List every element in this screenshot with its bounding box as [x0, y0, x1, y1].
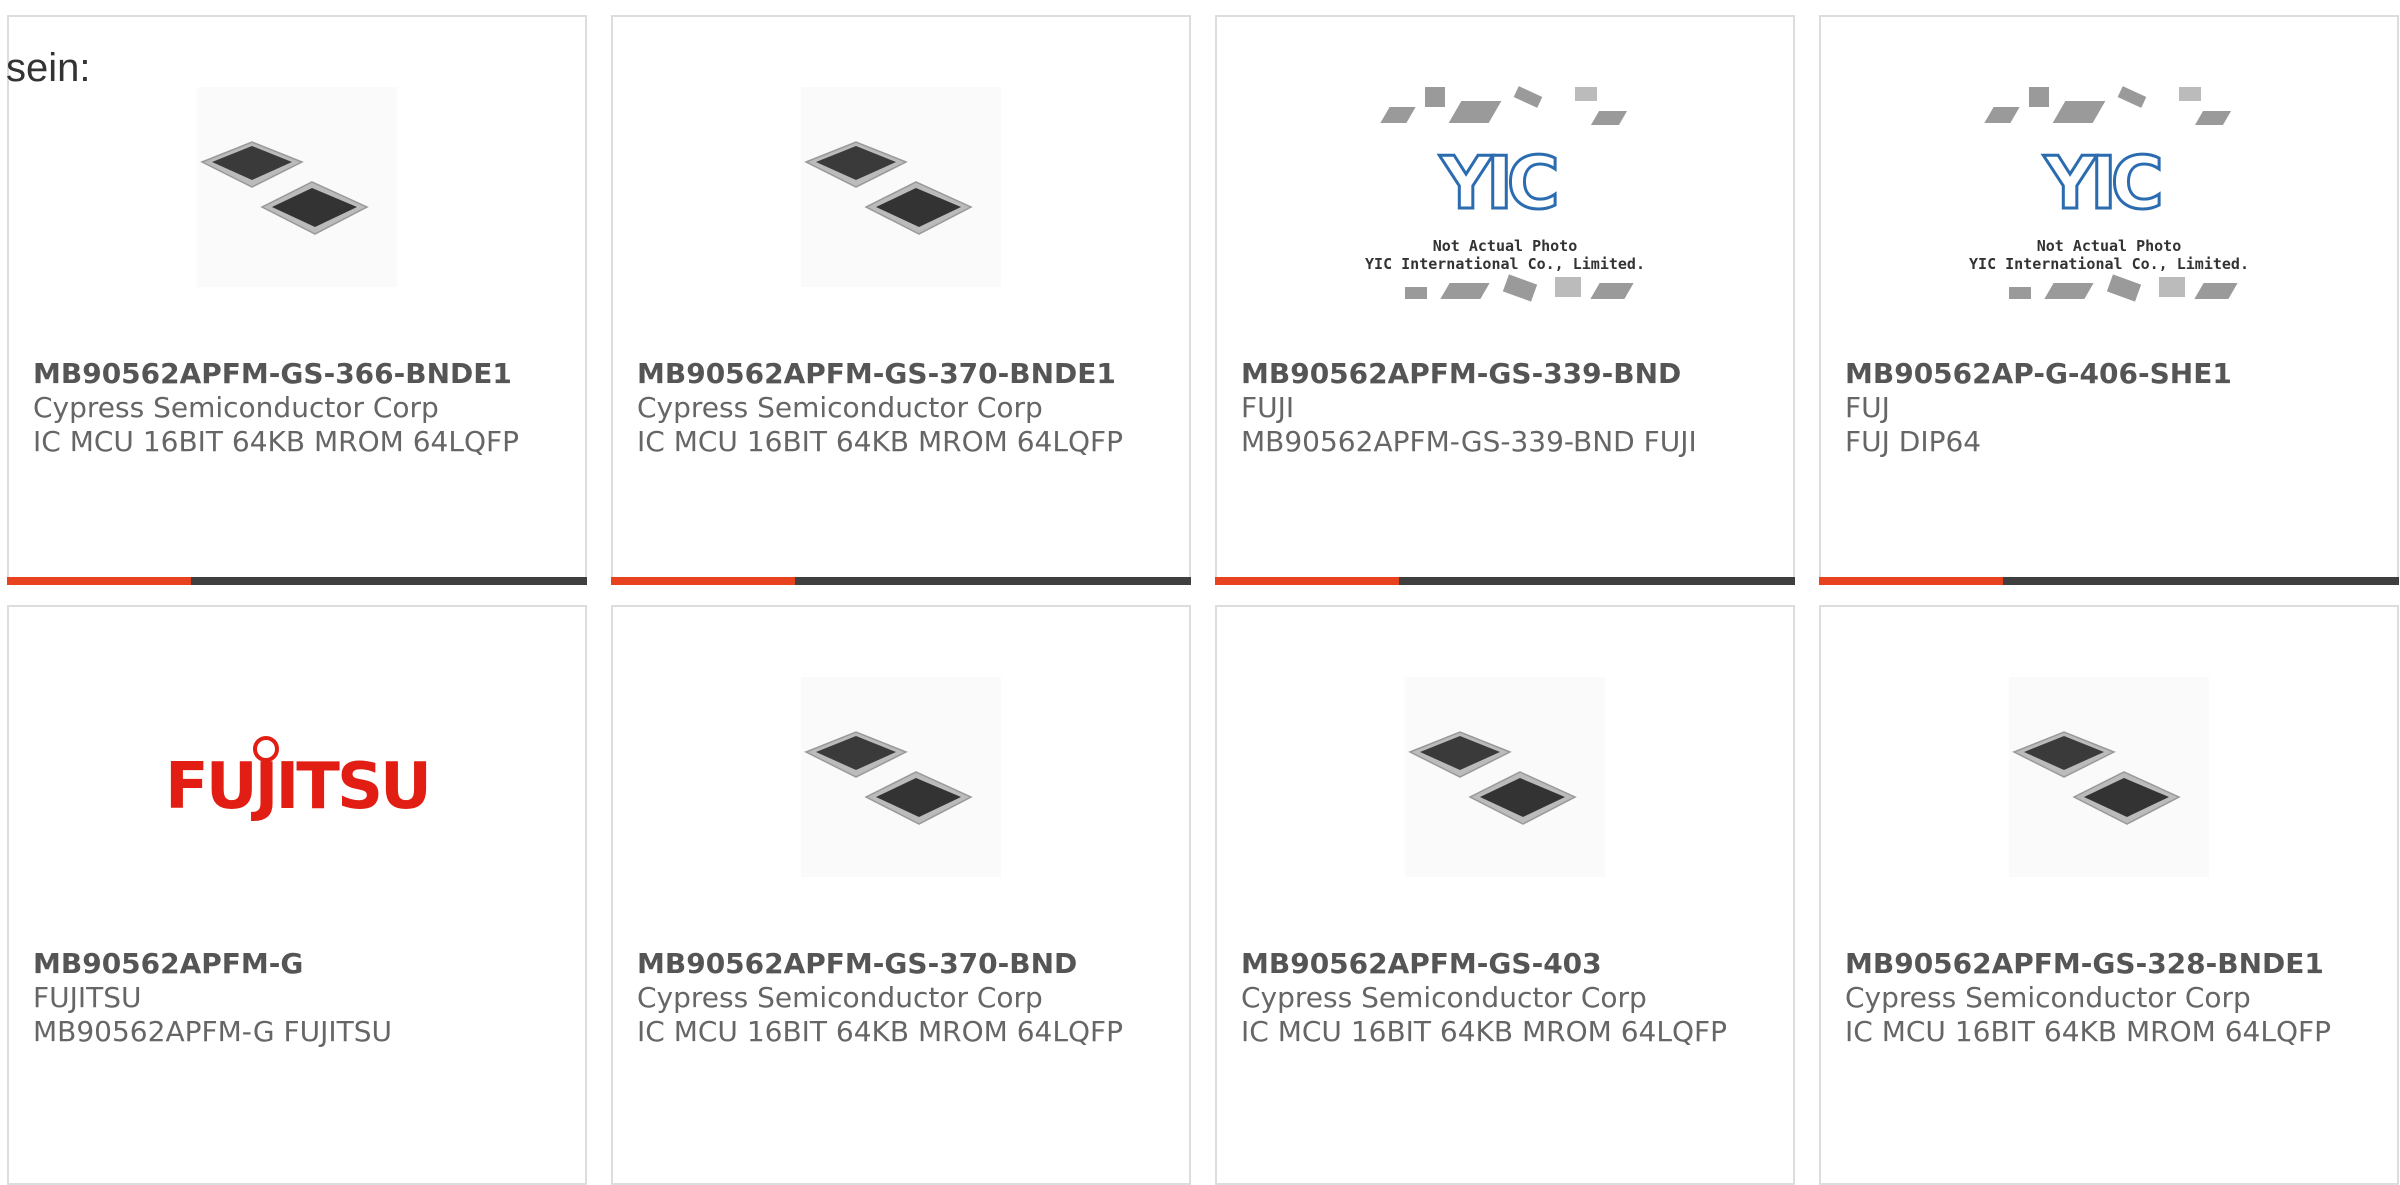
product-desc: FUJ DIP64: [1845, 425, 1982, 458]
product-maker: Cypress Semiconductor Corp: [1845, 981, 2251, 1014]
product-maker: Cypress Semiconductor Corp: [1241, 981, 1647, 1014]
card-bar-accent: [7, 577, 191, 585]
product-name[interactable]: MB90562APFM-GS-403: [1241, 947, 1773, 981]
chip-icon: [804, 141, 973, 235]
product-card[interactable]: MB90562APFM-GS-366-BNDE1 Cypress Semicon…: [7, 15, 587, 585]
card-bar-accent: [1215, 577, 1399, 585]
chip-icon: [1408, 731, 1577, 825]
product-desc: IC MCU 16BIT 64KB MROM 64LQFP: [33, 425, 519, 458]
intro-text: sein:: [6, 46, 91, 90]
placeholder-line2: YIC International Co., Limited.: [1365, 255, 1645, 273]
product-name[interactable]: MB90562APFM-GS-370-BNDE1: [637, 357, 1169, 391]
chip-icon: [200, 141, 369, 235]
placeholder-line1: Not Actual Photo: [1432, 237, 1578, 255]
card-bar: [1819, 577, 2399, 585]
card-bar-accent: [1819, 577, 2003, 585]
product-desc: IC MCU 16BIT 64KB MROM 64LQFP: [1845, 1015, 2331, 1048]
chip-icon: [804, 731, 973, 825]
chip-icon: [2012, 731, 2181, 825]
product-image[interactable]: [801, 677, 1001, 877]
product-desc: IC MCU 16BIT 64KB MROM 64LQFP: [637, 1015, 1123, 1048]
product-name[interactable]: MB90562APFM-GS-366-BNDE1: [33, 357, 565, 391]
fujitsu-logo-ring: [252, 736, 279, 762]
yic-logo: YIC: [1439, 140, 1562, 227]
product-card[interactable]: MB90562APFM-GS-403 Cypress Semiconductor…: [1215, 605, 1795, 1185]
product-card[interactable]: YIC Not Actual Photo YIC International C…: [1819, 15, 2399, 585]
product-desc: MB90562APFM-GS-339-BND FUJI: [1241, 425, 1697, 458]
product-name[interactable]: MB90562APFM-G: [33, 947, 565, 981]
placeholder-line1: Not Actual Photo: [2036, 237, 2182, 255]
yic-placeholder-image: YIC Not Actual Photo YIC International C…: [1355, 77, 1655, 317]
product-image[interactable]: [197, 87, 397, 287]
product-image[interactable]: [2009, 677, 2209, 877]
product-name[interactable]: MB90562APFM-GS-370-BND: [637, 947, 1169, 981]
product-card[interactable]: MB90562APFM-GS-328-BNDE1 Cypress Semicon…: [1819, 605, 2399, 1185]
yic-logo: YIC: [2043, 140, 2166, 227]
product-image[interactable]: [1405, 677, 1605, 877]
card-bar: [611, 577, 1191, 585]
card-bar-accent: [611, 577, 795, 585]
product-card[interactable]: FUJITSU MB90562APFM-G FUJITSU MB90562APF…: [7, 605, 587, 1185]
product-image[interactable]: FUJITSU: [147, 667, 447, 907]
product-maker: FUJI: [1241, 391, 1295, 424]
product-image[interactable]: YIC Not Actual Photo YIC International C…: [1959, 77, 2259, 317]
product-desc: IC MCU 16BIT 64KB MROM 64LQFP: [1241, 1015, 1727, 1048]
product-maker: FUJ: [1845, 391, 1890, 424]
product-maker: Cypress Semiconductor Corp: [637, 981, 1043, 1014]
product-maker: FUJITSU: [33, 981, 142, 1014]
fujitsu-logo-text: FUJITSU: [164, 750, 432, 824]
product-name[interactable]: MB90562APFM-GS-328-BNDE1: [1845, 947, 2377, 981]
product-card[interactable]: YIC Not Actual Photo YIC International C…: [1215, 15, 1795, 585]
product-image[interactable]: [801, 87, 1001, 287]
card-bar: [7, 577, 587, 585]
product-name[interactable]: MB90562APFM-GS-339-BND: [1241, 357, 1773, 391]
product-desc: IC MCU 16BIT 64KB MROM 64LQFP: [637, 425, 1123, 458]
product-card[interactable]: MB90562APFM-GS-370-BND Cypress Semicondu…: [611, 605, 1191, 1185]
product-name[interactable]: MB90562AP-G-406-SHE1: [1845, 357, 2377, 391]
product-maker: Cypress Semiconductor Corp: [637, 391, 1043, 424]
fujitsu-logo: FUJITSU: [164, 736, 432, 824]
product-desc: MB90562APFM-G FUJITSU: [33, 1015, 392, 1048]
placeholder-line2: YIC International Co., Limited.: [1969, 255, 2249, 273]
product-image[interactable]: YIC Not Actual Photo YIC International C…: [1355, 77, 1655, 317]
product-maker: Cypress Semiconductor Corp: [33, 391, 439, 424]
yic-placeholder-image: YIC Not Actual Photo YIC International C…: [1959, 77, 2259, 317]
product-card[interactable]: MB90562APFM-GS-370-BNDE1 Cypress Semicon…: [611, 15, 1191, 585]
card-bar: [1215, 577, 1795, 585]
